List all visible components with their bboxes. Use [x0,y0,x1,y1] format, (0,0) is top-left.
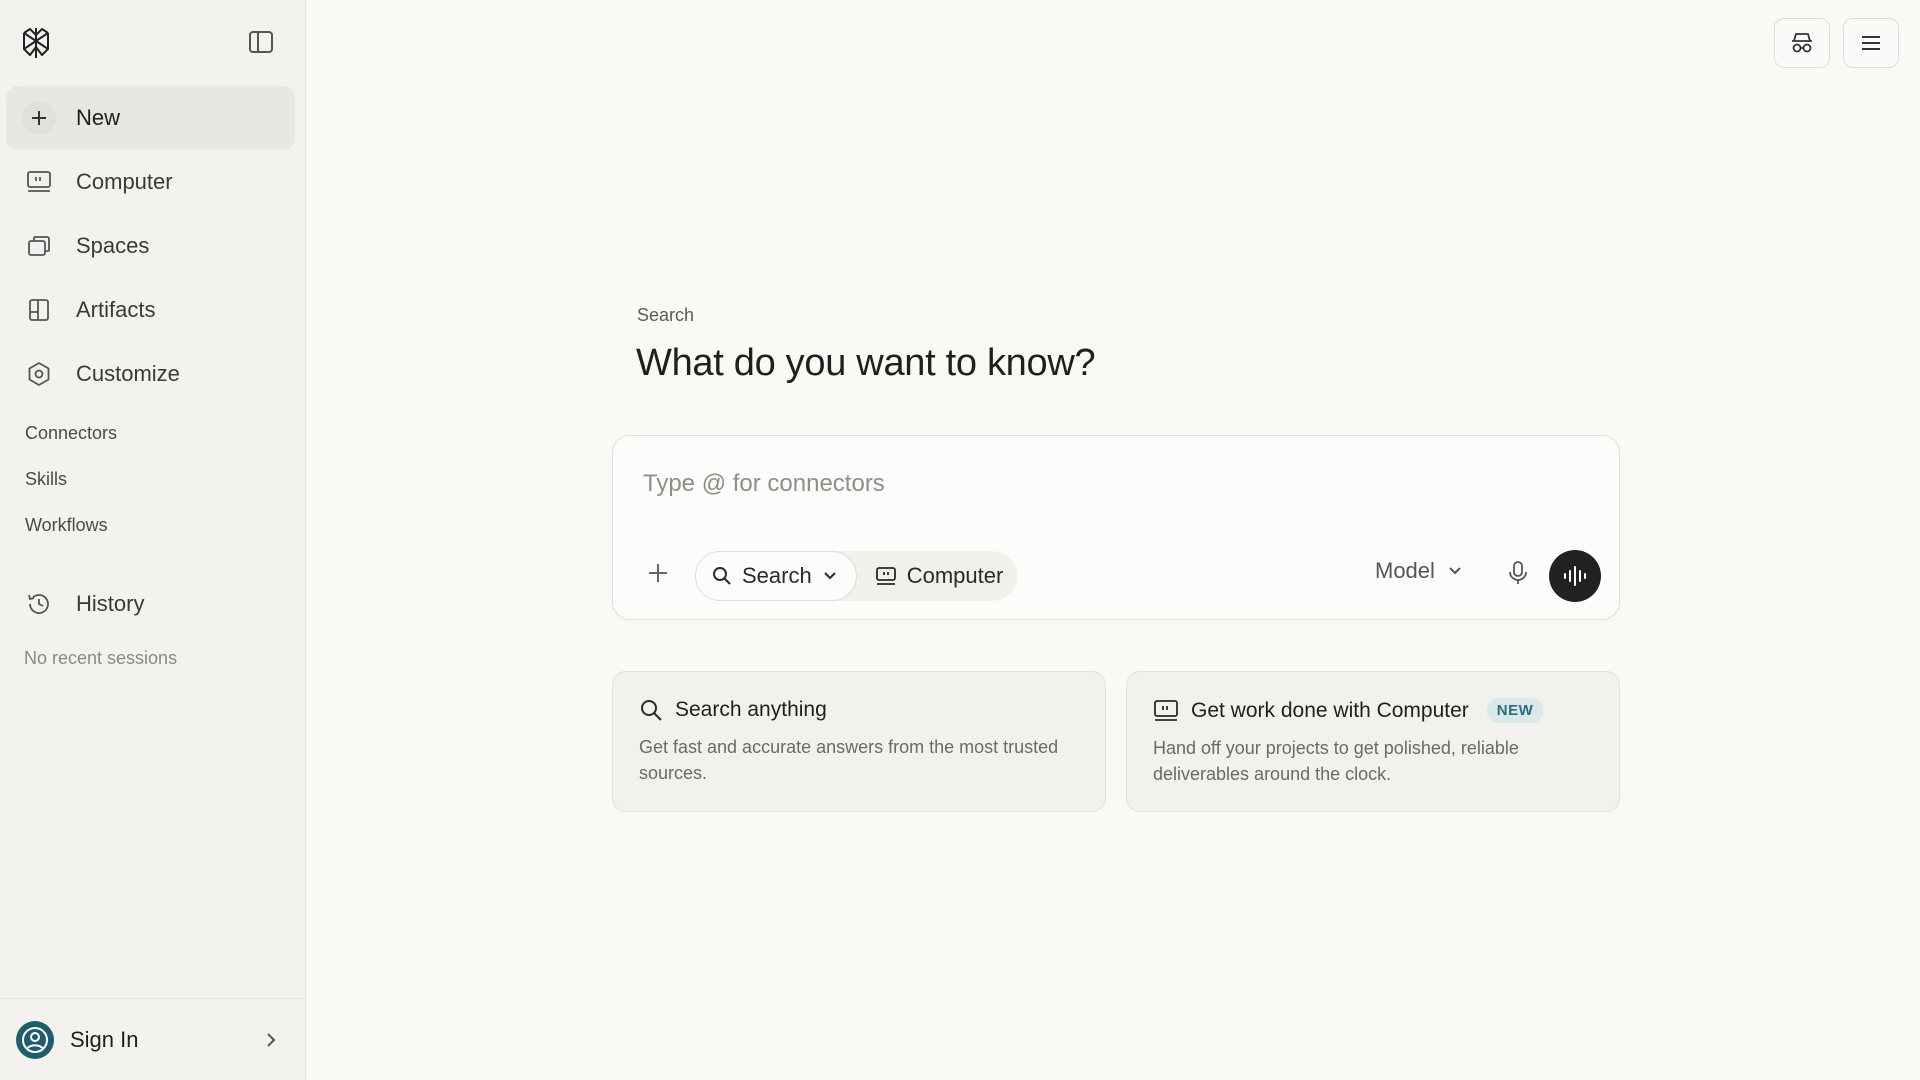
sign-in-label: Sign In [70,1026,139,1052]
plus-icon [647,562,669,584]
card-header: Get work done with Computer NEW [1153,698,1593,723]
user-icon [16,1020,54,1059]
artifacts-icon [22,293,56,327]
mode-search-label: Search [742,563,812,588]
mode-computer-button[interactable]: Computer [857,551,1018,601]
sidebar-item-label: New [76,105,121,130]
card-description: Get fast and accurate answers from the m… [639,737,1059,783]
menu-icon [1860,34,1882,52]
sidebar-item-history[interactable]: History [6,572,295,636]
computer-icon [875,566,897,586]
sidebar-item-artifacts[interactable]: Artifacts [6,278,295,342]
card-title: Search anything [675,698,827,721]
computer-icon [22,165,56,199]
voice-mode-button[interactable] [1549,550,1601,602]
mode-switcher: Search Computer [695,551,1018,601]
app-window: New Computer Spaces Artifacts Customize … [0,0,1920,1080]
computer-icon [1153,699,1179,723]
card-header: Search anything [639,698,1079,722]
new-badge: NEW [1486,698,1544,723]
sidebar-item-label: Spaces [76,233,150,258]
mode-search-button[interactable]: Search [695,551,857,601]
chevron-down-icon [822,568,838,584]
incognito-button[interactable] [1774,18,1830,68]
attach-button[interactable] [643,558,673,588]
card-title: Get work done with Computer [1191,698,1469,722]
page-title: What do you want to know? [636,342,1096,384]
search-icon [712,566,732,586]
chevron-down-icon [1447,563,1463,579]
microphone-button[interactable] [1501,556,1535,590]
menu-button[interactable] [1843,18,1899,68]
customize-subitems: Connectors Skills Workflows [25,410,117,548]
sidebar-toggle-icon[interactable] [248,30,278,56]
model-select[interactable]: Model [1375,558,1463,584]
sidebar-item-spaces[interactable]: Spaces [6,214,295,278]
sidebar-item-customize[interactable]: Customize [6,342,295,406]
model-select-label: Model [1375,558,1435,583]
computer-card[interactable]: Get work done with Computer NEW Hand off… [1126,671,1620,812]
incognito-icon [1790,32,1814,54]
plus-icon [22,101,56,135]
history-icon [22,587,56,621]
sidebar-item-label: Customize [76,361,180,386]
sidebar-subitem-skills[interactable]: Skills [25,456,117,502]
sidebar-nav: New Computer Spaces Artifacts Customize [6,86,295,406]
section-label: Search [637,305,695,325]
search-icon [639,698,663,722]
spaces-icon [22,229,56,263]
mode-computer-label: Computer [906,563,1004,588]
query-composer: Search Computer Model [612,435,1620,620]
sign-in-button[interactable]: Sign In [0,998,305,1080]
history-section: History [6,572,295,636]
no-recent-sessions: No recent sessions [24,648,178,668]
customize-icon [22,357,56,391]
chevron-right-icon [263,1032,279,1048]
search-anything-card[interactable]: Search anything Get fast and accurate an… [612,671,1106,812]
microphone-icon [1508,560,1528,586]
perplexity-logo-icon[interactable] [18,25,54,61]
sidebar-item-label: History [76,591,145,616]
sidebar-item-computer[interactable]: Computer [6,150,295,214]
card-description: Hand off your projects to get polished, … [1153,738,1519,784]
sidebar-subitem-workflows[interactable]: Workflows [25,502,117,548]
sidebar-subitem-connectors[interactable]: Connectors [25,410,117,456]
sidebar-item-new[interactable]: New [6,86,295,150]
sidebar-item-label: Artifacts [76,297,156,322]
sidebar: New Computer Spaces Artifacts Customize … [0,0,306,1080]
query-input[interactable] [643,462,1583,506]
sidebar-item-label: Computer [76,169,173,194]
waveform-icon [1562,565,1588,587]
